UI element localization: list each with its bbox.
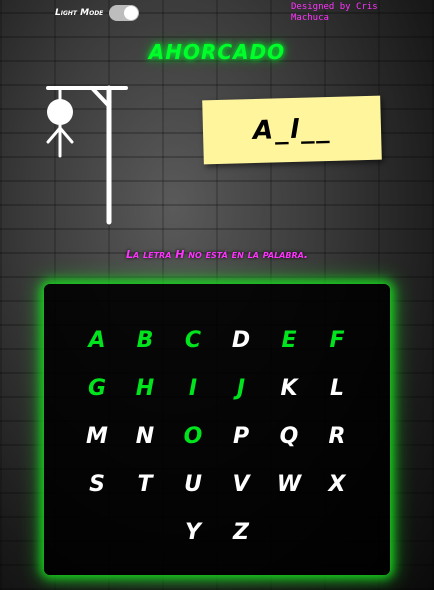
toggle-knob-icon	[124, 6, 139, 20]
letter-key-w[interactable]: W	[265, 460, 313, 508]
letter-key-m[interactable]: M	[73, 412, 121, 460]
hangman-head	[47, 99, 73, 125]
word-card: A_l__	[202, 95, 382, 165]
letter-key-a[interactable]: A	[73, 316, 121, 364]
letter-key-l[interactable]: L	[313, 364, 361, 412]
letter-key-f[interactable]: F	[313, 316, 361, 364]
letter-grid: ABCDEF GHIJKL MNOPQR STUVWX YZ	[73, 316, 363, 556]
letter-key-y[interactable]: Y	[169, 508, 217, 556]
letter-key-d[interactable]: D	[217, 316, 265, 364]
letter-key-x[interactable]: X	[313, 460, 361, 508]
letter-key-r[interactable]: R	[313, 412, 361, 460]
letter-key-u[interactable]: U	[169, 460, 217, 508]
status-message: La letra H no está en la palabra.	[125, 248, 309, 261]
designer-credit: Designed by Cris Machuca	[291, 2, 378, 23]
letter-key-t[interactable]: T	[121, 460, 169, 508]
letter-key-k[interactable]: K	[265, 364, 313, 412]
letter-key-j[interactable]: J	[217, 364, 265, 412]
letter-key-o[interactable]: O	[169, 412, 217, 460]
page-title: AHORCADO	[148, 40, 286, 64]
letter-key-h[interactable]: H	[121, 364, 169, 412]
hangman-right-arm	[58, 126, 74, 144]
letter-key-i[interactable]: I	[169, 364, 217, 412]
light-mode-toggle-group: Light Mode	[55, 5, 140, 21]
hangman-left-arm	[46, 126, 62, 144]
letter-key-g[interactable]: G	[73, 364, 121, 412]
hidden-word: A_l__	[252, 113, 332, 147]
letter-key-b[interactable]: B	[121, 316, 169, 364]
letter-key-p[interactable]: P	[217, 412, 265, 460]
letter-key-e[interactable]: E	[265, 316, 313, 364]
letter-key-c[interactable]: C	[169, 316, 217, 364]
letter-key-v[interactable]: V	[217, 460, 265, 508]
letter-key-z[interactable]: Z	[217, 508, 265, 556]
letter-key-q[interactable]: Q	[265, 412, 313, 460]
letter-key-n[interactable]: N	[121, 412, 169, 460]
hangman-figure-icon	[46, 85, 128, 225]
letter-key-s[interactable]: S	[73, 460, 121, 508]
light-mode-toggle[interactable]	[109, 5, 140, 21]
light-mode-label: Light Mode	[55, 8, 104, 18]
gallows-brace	[90, 86, 111, 108]
